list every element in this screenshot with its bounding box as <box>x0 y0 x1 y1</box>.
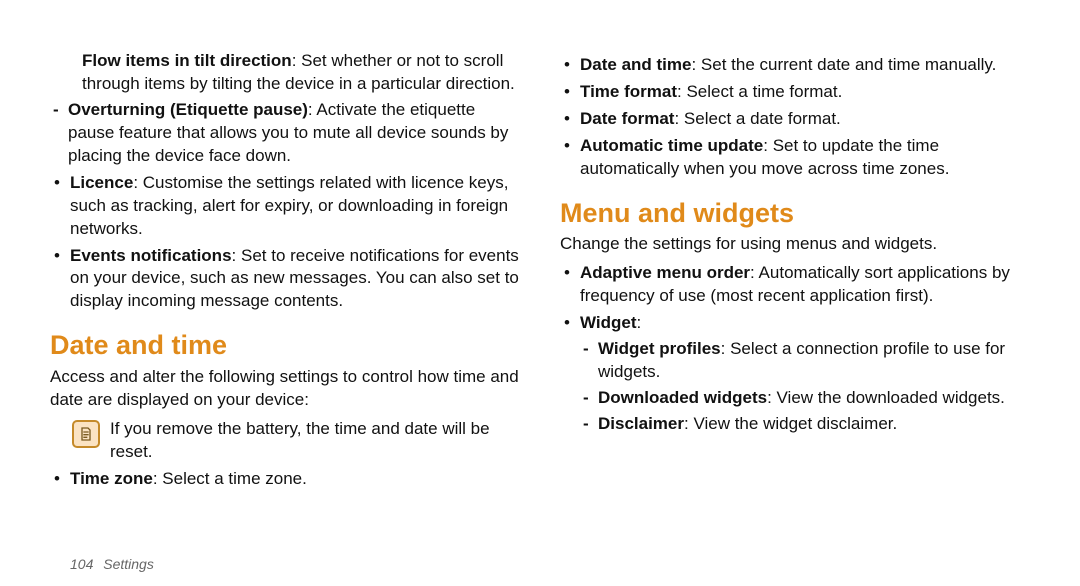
page-number: 104 <box>70 556 93 572</box>
flow-bold: Flow items in tilt direction <box>82 51 292 70</box>
disc-bold: Disclaimer <box>598 414 684 433</box>
menu-intro: Change the settings for using menus and … <box>560 233 1030 256</box>
timezone-bold: Time zone <box>70 469 153 488</box>
dw-bold: Downloaded widgets <box>598 388 767 407</box>
df-text: : Select a date format. <box>674 109 840 128</box>
dt-bold: Date and time <box>580 55 691 74</box>
dash-item-disclaimer: Disclaimer: View the widget disclaimer. <box>580 413 1030 436</box>
bullet-list-left-1: Licence: Customise the settings related … <box>50 172 520 314</box>
dash-item-overturning: Overturning (Etiquette pause): Activate … <box>50 99 520 168</box>
page-footer: 104 Settings <box>70 556 154 572</box>
events-bold: Events notifications <box>70 246 232 265</box>
page: Flow items in tilt direction: Set whethe… <box>0 0 1080 560</box>
df-bold: Date format <box>580 109 674 128</box>
bullet-item-adaptive-menu-order: Adaptive menu order: Automatically sort … <box>560 262 1030 308</box>
timezone-text: : Select a time zone. <box>153 469 307 488</box>
bullet-item-timezone: Time zone: Select a time zone. <box>50 468 520 491</box>
widget-bold: Widget <box>580 313 637 332</box>
dash-list-widget: Widget profiles: Select a connection pro… <box>580 338 1030 436</box>
bullet-item-widget: Widget: Widget profiles: Select a connec… <box>560 312 1030 436</box>
licence-text: : Customise the settings related with li… <box>70 173 508 238</box>
dw-text: : View the downloaded widgets. <box>767 388 1005 407</box>
tf-bold: Time format <box>580 82 677 101</box>
dash-item-widget-profiles: Widget profiles: Select a connection pro… <box>580 338 1030 384</box>
sub-item-flow: Flow items in tilt direction: Set whethe… <box>50 50 520 96</box>
disc-text: : View the widget disclaimer. <box>684 414 897 433</box>
bullet-list-left-2: Time zone: Select a time zone. <box>50 468 520 491</box>
bullet-item-date-format: Date format: Select a date format. <box>560 108 1030 131</box>
note-box: If you remove the battery, the time and … <box>72 418 520 464</box>
dash-list-left-1: Overturning (Etiquette pause): Activate … <box>50 99 520 168</box>
right-column: Date and time: Set the current date and … <box>540 50 1050 560</box>
document-icon <box>78 426 94 442</box>
tf-text: : Select a time format. <box>677 82 842 101</box>
bullet-item-date-and-time: Date and time: Set the current date and … <box>560 54 1030 77</box>
left-column: Flow items in tilt direction: Set whethe… <box>30 50 540 560</box>
bullet-list-right-1: Date and time: Set the current date and … <box>560 54 1030 181</box>
heading-menu-and-widgets: Menu and widgets <box>560 195 1030 231</box>
note-icon <box>72 420 100 448</box>
bullet-item-licence: Licence: Customise the settings related … <box>50 172 520 241</box>
licence-bold: Licence <box>70 173 133 192</box>
dt-text: : Set the current date and time manually… <box>691 55 996 74</box>
bullet-item-time-format: Time format: Select a time format. <box>560 81 1030 104</box>
overturning-bold: Overturning (Etiquette pause) <box>68 100 308 119</box>
bullet-item-events: Events notifications: Set to receive not… <box>50 245 520 314</box>
dash-item-downloaded-widgets: Downloaded widgets: View the downloaded … <box>580 387 1030 410</box>
atu-bold: Automatic time update <box>580 136 763 155</box>
footer-section: Settings <box>103 556 154 572</box>
heading-date-and-time: Date and time <box>50 327 520 363</box>
wp-bold: Widget profiles <box>598 339 721 358</box>
widget-colon: : <box>637 313 642 332</box>
amo-bold: Adaptive menu order <box>580 263 750 282</box>
note-text: If you remove the battery, the time and … <box>110 418 520 464</box>
datetime-intro: Access and alter the following settings … <box>50 366 520 412</box>
bullet-list-right-2: Adaptive menu order: Automatically sort … <box>560 262 1030 436</box>
bullet-item-automatic-time-update: Automatic time update: Set to update the… <box>560 135 1030 181</box>
